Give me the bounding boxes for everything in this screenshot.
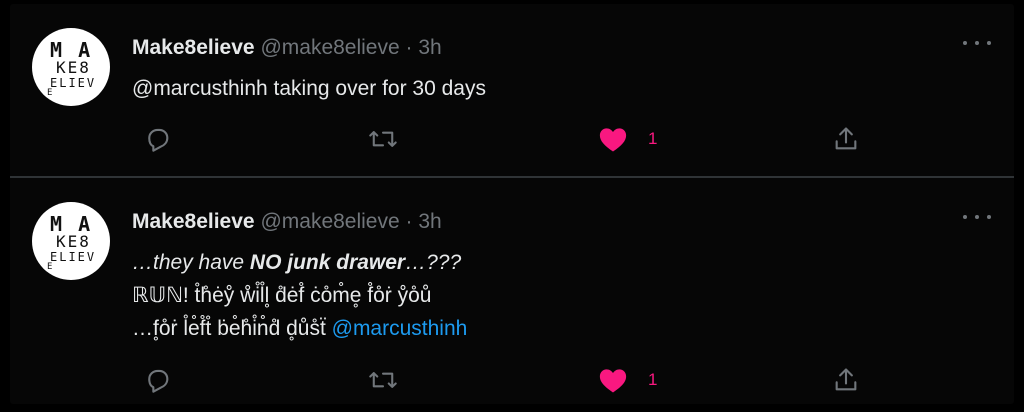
reply-icon — [148, 369, 169, 393]
display-name[interactable]: Make8elieve — [132, 36, 255, 59]
user-handle[interactable]: @make8elieve — [260, 36, 399, 59]
display-name[interactable]: Make8elieve — [132, 210, 255, 233]
like-button[interactable]: 1 — [598, 119, 657, 159]
user-handle[interactable]: @make8elieve — [260, 210, 399, 233]
screen: M A KE8 ELIEV E Make8elieve @make8elieve… — [0, 0, 1024, 412]
tweet-text-line-3: …f̥o̊ṙ l̊e̊f̊t̊ ḃe̊h̊i̊n̊d̊ d̥ůs̊ẗ @marc… — [132, 312, 467, 345]
tweet-text-line-1: …they have NO junk drawer…??? — [132, 246, 467, 279]
like-button[interactable]: 1 — [598, 360, 657, 400]
action-bar: 1 — [132, 360, 872, 400]
tweet-text: @marcusthinh taking over for 30 days — [132, 72, 486, 105]
timestamp[interactable]: 3h — [418, 36, 441, 59]
like-count: 1 — [648, 370, 658, 389]
timestamp[interactable]: 3h — [418, 210, 441, 233]
tweet[interactable]: M A KE8 ELIEV E Make8elieve @make8elieve… — [10, 4, 1014, 176]
tweet-header: Make8elieve @make8elieve · 3h — [132, 35, 442, 61]
tweet-text: …they have NO junk drawer…??? ℝ𝕌ℕ! t̊h̊ė… — [132, 246, 467, 345]
like-count: 1 — [648, 129, 658, 148]
reply-button[interactable] — [144, 119, 172, 159]
share-icon — [835, 368, 857, 391]
avatar[interactable]: M A KE8 ELIEV E — [32, 28, 110, 106]
tweet-text-line: @marcusthinh taking over for 30 days — [132, 77, 486, 100]
tweet-feed: M A KE8 ELIEV E Make8elieve @make8elieve… — [10, 4, 1014, 404]
share-button[interactable] — [832, 119, 860, 159]
italic-text-end: …??? — [405, 251, 462, 274]
retweet-button[interactable] — [368, 119, 398, 159]
avatar-letters-row-3: ELIEV — [50, 250, 97, 264]
avatar-letters-row-1: M A — [50, 38, 93, 62]
avatar[interactable]: M A KE8 ELIEV E — [32, 202, 110, 280]
heart-icon — [599, 128, 627, 152]
avatar-letters-row-3: ELIEV — [50, 76, 97, 90]
share-icon — [835, 127, 857, 150]
retweet-button[interactable] — [368, 360, 398, 400]
tweet-text: …f̥o̊ṙ l̊e̊f̊t̊ ḃe̊h̊i̊n̊d̊ d̥ůs̊ẗ — [132, 317, 332, 340]
reply-button[interactable] — [144, 360, 172, 400]
italic-text: …they have — [132, 251, 250, 274]
share-button[interactable] — [832, 360, 860, 400]
retweet-icon — [369, 372, 397, 388]
action-bar: 1 — [132, 119, 872, 159]
separator-dot: · — [405, 36, 413, 59]
separator-dot: · — [405, 210, 413, 233]
mention-link[interactable]: @marcusthinh — [332, 317, 468, 340]
tweet-text-line-2: ℝ𝕌ℕ! t̊h̊ėẙ ẘi̊l̊l̥ d̊ėf̊ ċo̊m̊e̥ f̊o̊ṙ … — [132, 284, 432, 307]
tweet[interactable]: M A KE8 ELIEV E Make8elieve @make8elieve… — [10, 178, 1014, 404]
avatar-letters-row-2: KE8 — [56, 232, 91, 251]
reply-icon — [148, 128, 169, 152]
bold-italic-text: NO junk drawer — [249, 251, 406, 274]
retweet-icon — [369, 131, 397, 147]
more-icon[interactable] — [962, 32, 992, 54]
avatar-letters-row-4: E — [47, 262, 53, 272]
tweet-header: Make8elieve @make8elieve · 3h — [132, 209, 442, 235]
avatar-letters-row-1: M A — [50, 212, 93, 236]
more-icon[interactable] — [962, 206, 992, 228]
heart-icon — [599, 369, 627, 393]
avatar-letters-row-4: E — [47, 88, 53, 98]
avatar-letters-row-2: KE8 — [56, 58, 91, 77]
